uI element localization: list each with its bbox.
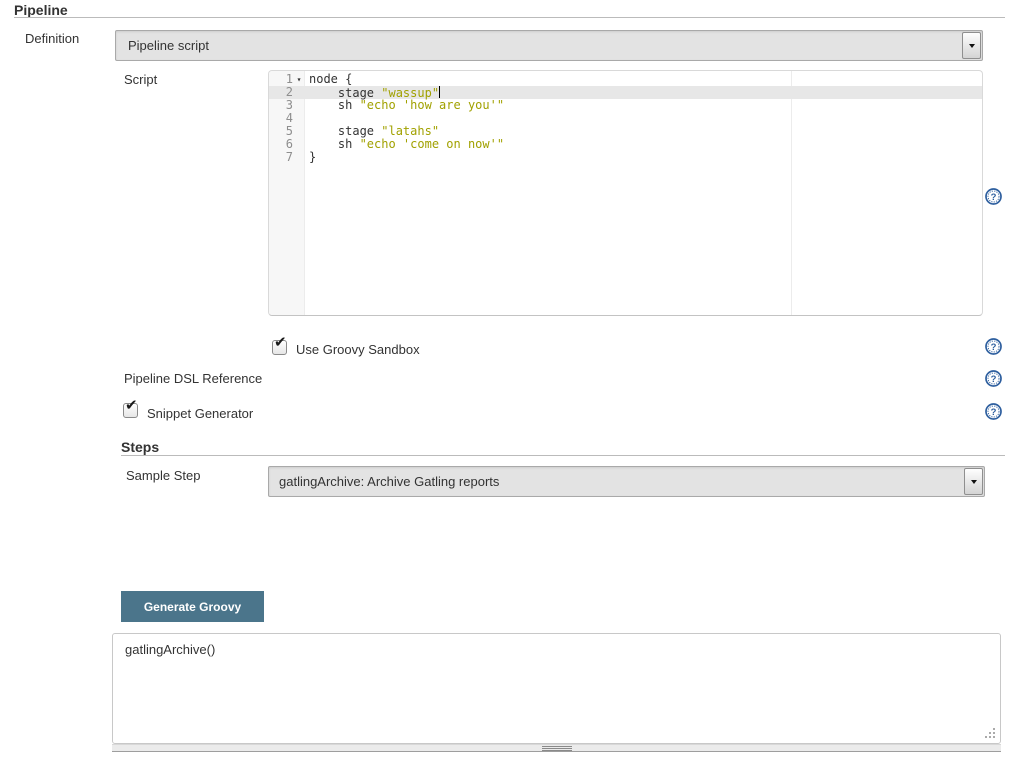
definition-select-arrow-button[interactable] bbox=[962, 32, 981, 59]
definition-select[interactable]: Pipeline script bbox=[115, 30, 983, 61]
code-line-1[interactable]: 1▾node { bbox=[269, 73, 982, 86]
sample-step-select[interactable]: gatlingArchive: Archive Gatling reports bbox=[268, 466, 985, 497]
sample-step-label: Sample Step bbox=[126, 468, 200, 483]
check-icon: ✔ bbox=[274, 335, 287, 350]
sample-step-select-value: gatlingArchive: Archive Gatling reports bbox=[279, 467, 499, 496]
groovy-output-text: gatlingArchive() bbox=[125, 642, 215, 657]
help-icon[interactable]: ? bbox=[985, 188, 1002, 205]
steps-section-title: Steps bbox=[121, 439, 159, 455]
script-label: Script bbox=[124, 72, 157, 87]
sample-step-select-arrow-button[interactable] bbox=[964, 468, 983, 495]
editor-code-lines: 1▾node {2 stage "wassup"3 sh "echo 'how … bbox=[269, 71, 982, 164]
code-line-6[interactable]: 6 sh "echo 'come on now'" bbox=[269, 138, 982, 151]
code-line-7[interactable]: 7} bbox=[269, 151, 982, 164]
svg-text:?: ? bbox=[991, 374, 997, 385]
use-groovy-sandbox-label: Use Groovy Sandbox bbox=[296, 342, 420, 357]
groovy-output-textarea[interactable]: gatlingArchive() bbox=[112, 633, 1001, 744]
fold-arrow-icon[interactable]: ▾ bbox=[293, 73, 305, 86]
chevron-down-icon bbox=[969, 44, 975, 48]
help-icon[interactable]: ? bbox=[985, 338, 1002, 355]
use-groovy-sandbox-checkbox[interactable]: ✔ bbox=[272, 340, 287, 355]
snippet-generator-label: Snippet Generator bbox=[147, 406, 253, 421]
drag-handle-grip-icon bbox=[542, 746, 572, 751]
pipeline-section-title: Pipeline bbox=[14, 2, 68, 18]
help-icon[interactable]: ? bbox=[985, 403, 1002, 420]
text-cursor bbox=[439, 86, 440, 98]
definition-label: Definition bbox=[25, 31, 79, 46]
definition-select-value: Pipeline script bbox=[128, 31, 209, 60]
help-icon[interactable]: ? bbox=[985, 370, 1002, 387]
pipeline-dsl-reference-label: Pipeline DSL Reference bbox=[124, 371, 262, 386]
svg-text:?: ? bbox=[991, 342, 997, 353]
textarea-drag-handle-bar[interactable] bbox=[112, 744, 1001, 752]
pipeline-config-page: Pipeline Definition Pipeline script Scri… bbox=[0, 0, 1014, 757]
line-number: 7 bbox=[269, 151, 305, 164]
generate-groovy-button[interactable]: Generate Groovy bbox=[121, 591, 264, 622]
pipeline-section-divider bbox=[14, 17, 1005, 18]
resize-grip-icon[interactable] bbox=[993, 736, 995, 738]
check-icon: ✔ bbox=[125, 398, 138, 413]
svg-text:?: ? bbox=[991, 192, 997, 203]
chevron-down-icon bbox=[971, 480, 977, 484]
snippet-generator-checkbox[interactable]: ✔ bbox=[123, 403, 138, 418]
script-editor[interactable]: 1▾node {2 stage "wassup"3 sh "echo 'how … bbox=[268, 70, 983, 316]
steps-section-divider bbox=[121, 455, 1005, 456]
svg-text:?: ? bbox=[991, 407, 997, 418]
code-line-3[interactable]: 3 sh "echo 'how are you'" bbox=[269, 99, 982, 112]
